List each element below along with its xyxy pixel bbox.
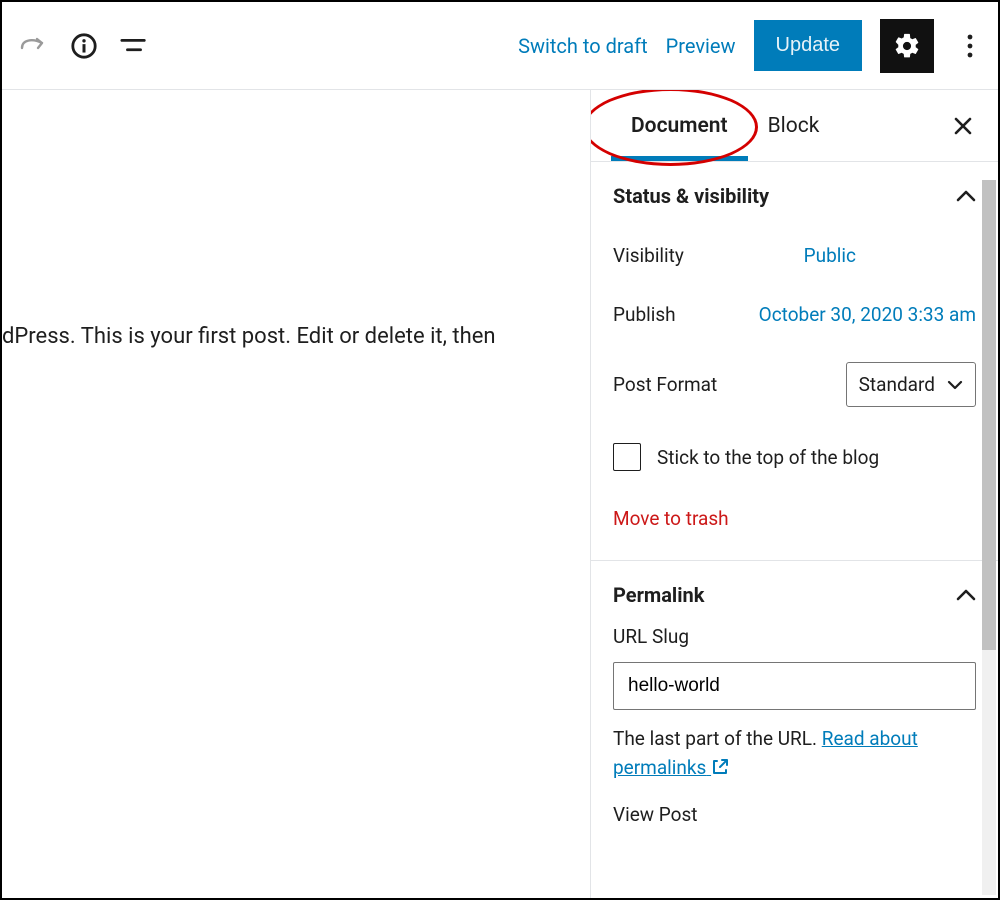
topbar: Switch to draft Preview Update xyxy=(2,2,998,90)
chevron-down-icon xyxy=(947,379,963,391)
publish-label: Publish xyxy=(613,303,676,326)
redo-button[interactable] xyxy=(20,32,48,60)
gear-icon xyxy=(893,32,921,60)
update-button[interactable]: Update xyxy=(754,20,863,71)
more-vertical-icon xyxy=(966,33,974,59)
panel-status-title: Status & visibility xyxy=(613,184,769,208)
more-button[interactable] xyxy=(952,19,988,73)
url-slug-label: URL Slug xyxy=(613,625,976,648)
topbar-right: Switch to draft Preview Update xyxy=(518,19,988,73)
post-format-label: Post Format xyxy=(613,373,717,396)
panel-permalink-header[interactable]: Permalink xyxy=(613,583,976,607)
row-sticky: Stick to the top of the blog xyxy=(613,425,976,489)
visibility-label: Visibility xyxy=(613,244,684,267)
topbar-left xyxy=(10,32,148,60)
external-link-icon xyxy=(711,758,729,776)
chevron-up-icon xyxy=(956,588,976,602)
preview-link[interactable]: Preview xyxy=(666,34,736,58)
switch-draft-link[interactable]: Switch to draft xyxy=(518,34,648,58)
url-slug-input[interactable] xyxy=(613,662,976,710)
panel-status: Status & visibility Visibility Public Pu… xyxy=(591,162,998,561)
tab-document[interactable]: Document xyxy=(611,92,748,160)
panel-permalink: Permalink URL Slug The last part of the … xyxy=(591,561,998,856)
outline-icon xyxy=(120,34,148,58)
move-to-trash[interactable]: Move to trash xyxy=(613,489,729,530)
post-format-value: Standard xyxy=(859,373,935,396)
permalink-helper: The last part of the URL. Read about per… xyxy=(613,724,976,783)
publish-value[interactable]: October 30, 2020 3:33 am xyxy=(759,303,976,326)
close-icon xyxy=(954,117,972,135)
post-content[interactable]: dPress. This is your first post. Edit or… xyxy=(2,324,496,349)
settings-sidebar: Document Block Status & visibility Visib… xyxy=(590,90,998,898)
post-format-select[interactable]: Standard xyxy=(846,362,976,407)
helper-prefix: The last part of the URL. xyxy=(613,727,822,750)
redo-icon xyxy=(20,36,48,56)
tab-block[interactable]: Block xyxy=(748,92,840,160)
row-visibility: Visibility Public xyxy=(613,226,976,285)
info-icon xyxy=(70,31,98,61)
sticky-label: Stick to the top of the blog xyxy=(657,446,879,469)
view-post-label: View Post xyxy=(613,803,976,826)
close-sidebar-button[interactable] xyxy=(948,111,978,141)
outline-button[interactable] xyxy=(120,32,148,60)
panel-status-header[interactable]: Status & visibility xyxy=(613,184,976,208)
sticky-checkbox[interactable] xyxy=(613,443,641,471)
visibility-value[interactable]: Public xyxy=(804,244,856,267)
settings-button[interactable] xyxy=(880,19,934,73)
editor-canvas[interactable]: dPress. This is your first post. Edit or… xyxy=(2,90,590,898)
scrollbar-thumb[interactable] xyxy=(982,180,996,650)
panel-permalink-title: Permalink xyxy=(613,583,704,607)
sidebar-tabs: Document Block xyxy=(591,90,998,162)
row-post-format: Post Format Standard xyxy=(613,344,976,425)
info-button[interactable] xyxy=(70,32,98,60)
chevron-up-icon xyxy=(956,189,976,203)
row-publish: Publish October 30, 2020 3:33 am xyxy=(613,285,976,344)
